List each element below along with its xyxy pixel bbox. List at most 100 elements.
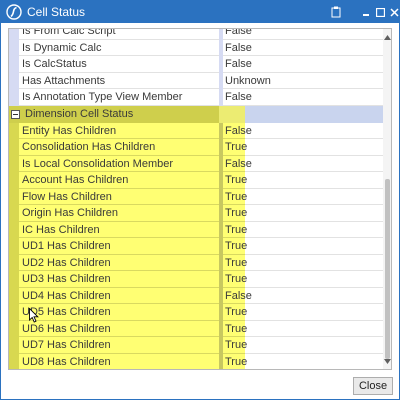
property-value: False xyxy=(223,287,252,304)
property-value: True xyxy=(223,337,247,354)
property-name: UD8 Has Children xyxy=(19,353,227,369)
row-gutter xyxy=(9,72,19,89)
value-cell-rest xyxy=(245,255,383,271)
grid-row[interactable]: Has Attachments Unknown xyxy=(9,72,383,89)
property-name: Is CalcStatus xyxy=(19,56,227,73)
value-cell-rest xyxy=(245,271,383,288)
property-value: True xyxy=(223,172,247,189)
grid-row[interactable]: UD1 Has Children True xyxy=(9,238,383,255)
property-value: True xyxy=(223,188,247,205)
row-gutter xyxy=(9,172,19,189)
grid-row[interactable]: Is CalcStatus False xyxy=(9,56,383,73)
row-gutter xyxy=(9,271,19,288)
property-name: UD3 Has Children xyxy=(19,271,227,288)
clipboard-icon[interactable] xyxy=(328,3,344,21)
group-label: Dimension Cell Status xyxy=(25,107,134,120)
group-header-value-highlight xyxy=(219,105,245,123)
property-name: Is Dynamic Calc xyxy=(19,40,227,56)
grid-row[interactable]: Account Has Children True xyxy=(9,172,383,189)
value-cell-rest xyxy=(245,288,383,304)
grid-row[interactable]: UD7 Has Children True xyxy=(9,337,383,354)
property-name: Is From Calc Script xyxy=(19,29,227,40)
property-value: True xyxy=(223,353,247,369)
value-cell-rest xyxy=(245,123,383,139)
property-name: Origin Has Children xyxy=(19,205,227,222)
property-name: Flow Has Children xyxy=(19,188,227,205)
cell-status-grid: Is From Calc Script False Is Dynamic Cal… xyxy=(8,28,392,370)
mouse-pointer-icon xyxy=(29,307,39,326)
row-gutter xyxy=(9,221,19,238)
property-value: True xyxy=(223,221,247,238)
property-name: UD6 Has Children xyxy=(19,320,227,337)
property-value: True xyxy=(223,238,247,255)
onestream-logo-icon xyxy=(6,4,22,20)
row-gutter xyxy=(9,320,19,337)
property-name: Has Attachments xyxy=(19,73,227,89)
property-name: Is Local Consolidation Member xyxy=(19,155,227,172)
title-bar[interactable]: Cell Status xyxy=(1,1,399,23)
value-cell-rest xyxy=(245,156,383,172)
grid-row[interactable]: UD3 Has Children True xyxy=(9,271,383,288)
value-cell-rest xyxy=(245,337,383,354)
window-title: Cell Status xyxy=(27,5,86,19)
property-value: True xyxy=(223,304,247,321)
property-value: True xyxy=(223,139,247,156)
group-header-dimension-cell-status[interactable]: Dimension Cell Status xyxy=(9,105,383,123)
property-name: Account Has Children xyxy=(19,172,227,189)
property-value: False xyxy=(223,56,383,73)
row-gutter xyxy=(9,238,19,255)
close-icon[interactable] xyxy=(386,3,400,21)
row-gutter xyxy=(9,39,19,56)
grid-row[interactable]: Is Dynamic Calc False xyxy=(9,39,383,56)
vertical-scrollbar[interactable] xyxy=(383,29,391,369)
grid-row[interactable]: Flow Has Children True xyxy=(9,188,383,205)
row-gutter xyxy=(9,254,19,271)
property-value: True xyxy=(223,205,247,222)
grid-row[interactable]: Is From Calc Script False xyxy=(9,29,383,40)
grid-row[interactable]: UD6 Has Children True xyxy=(9,320,383,337)
row-gutter xyxy=(9,337,19,354)
value-cell-rest xyxy=(245,205,383,222)
property-value: False xyxy=(223,122,252,139)
scrollbar-thumb[interactable] xyxy=(385,179,390,359)
value-cell-rest xyxy=(245,238,383,255)
property-value: False xyxy=(223,40,383,56)
property-name: UD7 Has Children xyxy=(19,337,227,354)
row-gutter xyxy=(9,353,19,369)
value-cell-rest xyxy=(245,304,383,321)
property-value: False xyxy=(223,155,252,172)
property-value: True xyxy=(223,254,247,271)
value-cell-rest xyxy=(245,354,383,370)
grid-row[interactable]: UD8 Has Children True xyxy=(9,353,383,370)
grid-row[interactable]: Is Annotation Type View Member False xyxy=(9,89,383,106)
row-gutter xyxy=(9,56,19,73)
value-cell-rest xyxy=(245,189,383,205)
cell-status-window: Cell Status Is From Calc Script False Is… xyxy=(0,0,400,400)
grid-row[interactable]: Entity Has Children False xyxy=(9,122,383,139)
property-value: False xyxy=(223,89,383,106)
grid-row[interactable]: Is Local Consolidation Member False xyxy=(9,155,383,172)
grid-row[interactable]: UD4 Has Children False xyxy=(9,287,383,304)
property-value: True xyxy=(223,320,247,337)
scroll-down-arrow-icon[interactable] xyxy=(384,355,391,367)
grid-row[interactable]: IC Has Children True xyxy=(9,221,383,238)
scroll-up-arrow-icon[interactable] xyxy=(384,31,391,43)
property-name: IC Has Children xyxy=(19,221,227,238)
close-button[interactable]: Close xyxy=(353,377,393,395)
grid-row[interactable]: Origin Has Children True xyxy=(9,205,383,222)
row-gutter xyxy=(9,205,19,222)
property-name: Consolidation Has Children xyxy=(19,139,227,156)
grid-row[interactable]: UD2 Has Children True xyxy=(9,254,383,271)
property-name: UD5 Has Children xyxy=(19,304,227,321)
property-name: UD1 Has Children xyxy=(19,238,227,255)
row-gutter xyxy=(9,29,19,40)
row-gutter xyxy=(9,139,19,156)
property-value: False xyxy=(223,29,383,40)
value-cell-rest xyxy=(245,222,383,238)
grid-row[interactable]: UD5 Has Children True xyxy=(9,304,383,321)
grid-row[interactable]: Consolidation Has Children True xyxy=(9,139,383,156)
property-name: UD2 Has Children xyxy=(19,254,227,271)
row-gutter xyxy=(9,89,19,106)
row-gutter xyxy=(9,188,19,205)
collapse-toggle-icon[interactable] xyxy=(11,109,20,119)
